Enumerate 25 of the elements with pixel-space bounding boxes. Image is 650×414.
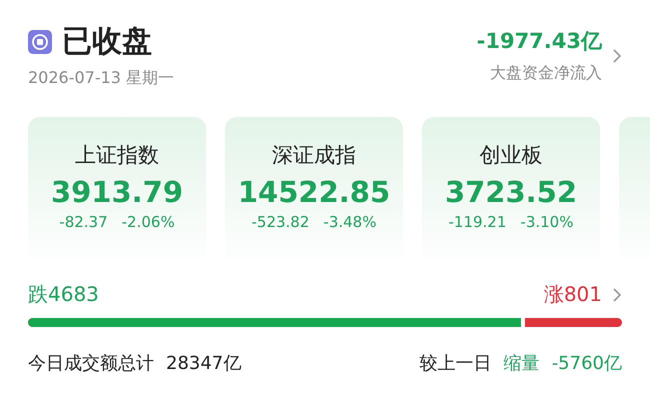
index-value: 3913.79: [50, 175, 184, 209]
net-flow-value: -1977.43亿: [476, 28, 602, 55]
chevron-right-icon: [612, 286, 622, 302]
net-flow-label: 大盘资金净流入: [490, 63, 602, 84]
index-percent: -2.06%: [122, 213, 175, 231]
index-name: 创业板: [480, 142, 542, 169]
index-name: 深证成指: [272, 142, 356, 169]
index-percent: -3.10%: [520, 213, 574, 231]
date-text: 2026-07-13 星期一: [28, 68, 174, 89]
decliners-count: 跌4683: [28, 281, 99, 308]
advancers-count: 涨801: [544, 281, 602, 308]
compare-label: 较上一日: [420, 352, 492, 375]
market-status-title: 已收盘: [62, 23, 152, 61]
index-change: -119.21: [448, 213, 506, 231]
index-name: 上证指数: [75, 142, 159, 169]
index-value: 14522.85: [238, 175, 390, 209]
index-value: 3723.52: [444, 175, 578, 209]
turnover-label: 今日成交额总计: [28, 352, 154, 375]
volume-trend: 缩量: [504, 352, 540, 375]
index-percent: -3.48%: [323, 213, 376, 231]
index-change: -523.82: [252, 213, 310, 231]
volume-delta: -5760亿: [552, 352, 622, 375]
index-change: -82.37: [59, 213, 108, 231]
chevron-right-icon: [612, 48, 622, 64]
turnover-amount: 28347亿: [166, 352, 242, 375]
